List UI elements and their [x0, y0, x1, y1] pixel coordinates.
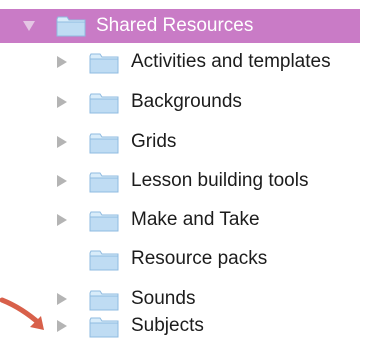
folder-icon — [89, 172, 119, 193]
folder-icon — [89, 211, 119, 232]
disclosure-triangle-icon[interactable] — [57, 136, 67, 148]
disclosure-triangle-icon[interactable] — [57, 96, 67, 108]
tree-row-resource-packs[interactable]: Resource packs — [0, 242, 384, 276]
disclosure-triangle-icon[interactable] — [57, 293, 67, 305]
chevron-down-icon[interactable] — [23, 21, 35, 31]
folder-icon — [89, 250, 119, 271]
tree-row-grids[interactable]: Grids — [0, 125, 384, 159]
tree-item-label: Resource packs — [131, 248, 268, 269]
tree-item-label: Lesson building tools — [131, 170, 309, 191]
disclosure-triangle-icon[interactable] — [57, 320, 67, 332]
disclosure-triangle-icon[interactable] — [57, 175, 67, 187]
folder-icon — [89, 93, 119, 114]
disclosure-triangle-icon[interactable] — [57, 214, 67, 226]
tree-row-backgrounds[interactable]: Backgrounds — [0, 85, 384, 119]
tree-row-activities[interactable]: Activities and templates — [0, 45, 384, 79]
tree-item-label: Subjects — [131, 315, 204, 336]
folder-icon — [56, 16, 86, 37]
folder-icon — [89, 53, 119, 74]
tree-row-subjects[interactable]: Subjects — [0, 309, 384, 343]
tree-row-make-and-take[interactable]: Make and Take — [0, 203, 384, 237]
tree-root-label: Shared Resources — [96, 15, 254, 36]
tree-row-shared-resources[interactable]: Shared Resources — [0, 9, 360, 43]
tree-item-label: Grids — [131, 131, 177, 152]
tree-item-label: Activities and templates — [131, 51, 331, 72]
tree-item-label: Make and Take — [131, 209, 260, 230]
folder-icon — [89, 317, 119, 338]
annotation-arrow-icon — [0, 297, 44, 330]
disclosure-triangle-icon[interactable] — [57, 56, 67, 68]
tree-row-lesson-building-tools[interactable]: Lesson building tools — [0, 164, 384, 198]
folder-icon — [89, 133, 119, 154]
tree-item-label: Backgrounds — [131, 91, 242, 112]
